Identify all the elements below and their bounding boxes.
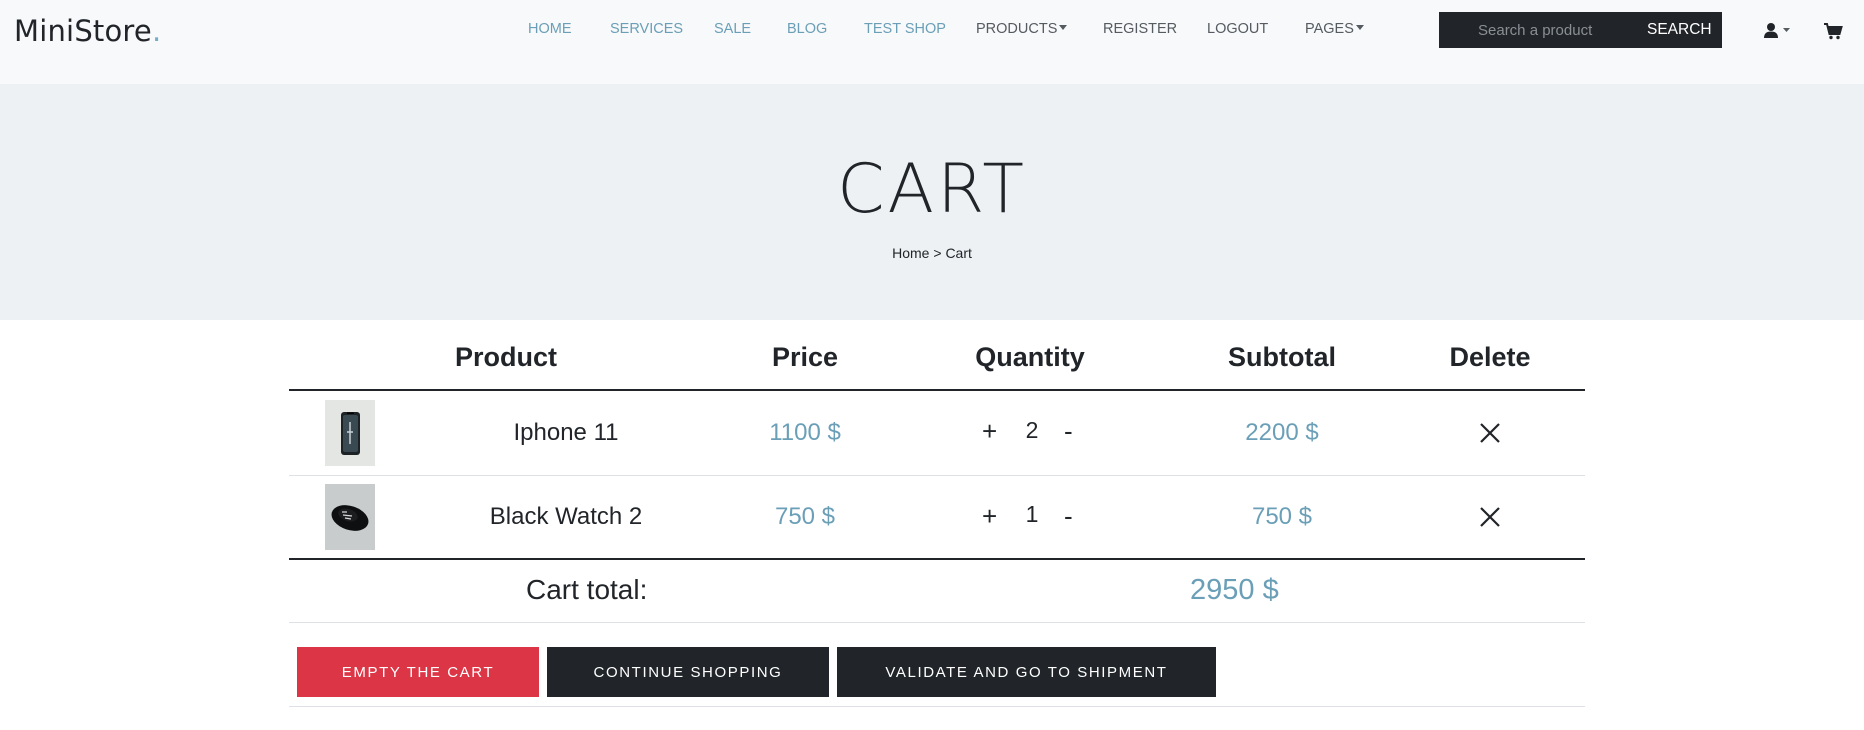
nav-test-shop[interactable]: TEST SHOP [864, 21, 946, 37]
cart-total-label: Cart total: [526, 574, 648, 605]
cart-total-value: 2950 $ [1190, 574, 1279, 606]
product-price: 750 $ [774, 503, 836, 530]
quantity-value: 2 [1025, 417, 1039, 443]
column-header-quantity: Quantity [975, 342, 1085, 372]
nav-sale[interactable]: SALE [714, 21, 751, 37]
product-subtotal: 750 $ [1251, 503, 1313, 530]
column-header-subtotal: Subtotal [1228, 342, 1336, 372]
continue-shopping-button[interactable]: CONTINUE SHOPPING [547, 647, 829, 697]
product-subtotal: 2200 $ [1245, 419, 1319, 446]
chevron-down-icon [1059, 25, 1068, 30]
buttons-divider [289, 706, 1585, 707]
breadcrumb-home[interactable]: Home [892, 245, 929, 261]
column-header-price: Price [771, 342, 839, 372]
search-form: SEARCH [1439, 12, 1722, 48]
breadcrumb: Home > Cart [0, 245, 1864, 261]
close-icon [1480, 507, 1500, 527]
product-thumbnail[interactable] [325, 400, 375, 466]
logo-text: MiniStore [14, 14, 152, 48]
brand-logo[interactable]: MiniStore. [14, 14, 161, 48]
user-icon [1764, 23, 1790, 38]
nav-pages-dropdown[interactable]: PAGES [1305, 21, 1364, 37]
page-title: CART [837, 150, 1027, 229]
nav-blog[interactable]: BLOG [787, 21, 827, 37]
column-header-delete: Delete [1449, 342, 1531, 372]
column-header-product: Product [455, 342, 558, 372]
row-divider [289, 475, 1585, 476]
nav-register[interactable]: REGISTER [1103, 21, 1177, 37]
chevron-down-icon [1355, 25, 1364, 30]
nav-services[interactable]: SERVICES [610, 21, 683, 37]
close-icon [1480, 423, 1500, 443]
delete-item-button[interactable] [1479, 422, 1501, 444]
validate-shipment-button[interactable]: VALIDATE AND GO TO SHIPMENT [837, 647, 1216, 697]
product-name[interactable]: Black Watch 2 [466, 503, 666, 531]
cart-icon [1824, 23, 1843, 40]
nav-products-label: PRODUCTS [976, 21, 1058, 37]
page-header: CART Home > Cart [0, 84, 1864, 320]
watch-thumbnail [325, 484, 375, 550]
product-price: 1100 $ [769, 419, 841, 446]
nav-logout[interactable]: LOGOUT [1207, 21, 1268, 37]
logo-dot: . [151, 14, 162, 48]
search-button[interactable]: SEARCH [1647, 12, 1722, 48]
user-menu-dropdown[interactable] [1762, 21, 1792, 41]
quantity-increase-button[interactable]: + [982, 416, 997, 447]
top-navbar: MiniStore. HOME SERVICES SALE BLOG TEST … [0, 0, 1864, 84]
table-header-divider [289, 389, 1585, 391]
quantity-value: 1 [1025, 501, 1039, 527]
quantity-increase-button[interactable]: + [982, 501, 997, 532]
nav-products-dropdown[interactable]: PRODUCTS [976, 21, 1068, 37]
quantity-decrease-button[interactable]: - [1064, 501, 1073, 532]
product-name[interactable]: Iphone 11 [466, 419, 666, 447]
quantity-decrease-button[interactable]: - [1064, 416, 1073, 447]
breadcrumb-current: Cart [945, 245, 972, 261]
delete-item-button[interactable] [1479, 506, 1501, 528]
total-divider [289, 622, 1585, 623]
table-footer-divider [289, 558, 1585, 560]
search-input[interactable] [1439, 12, 1635, 48]
nav-home[interactable]: HOME [528, 21, 572, 37]
cart-button[interactable] [1823, 21, 1843, 41]
empty-cart-button[interactable]: EMPTY THE CART [297, 647, 539, 697]
breadcrumb-separator: > [933, 245, 942, 261]
nav-pages-label: PAGES [1305, 21, 1354, 37]
product-thumbnail[interactable] [325, 484, 375, 550]
iphone-thumbnail [325, 400, 375, 466]
